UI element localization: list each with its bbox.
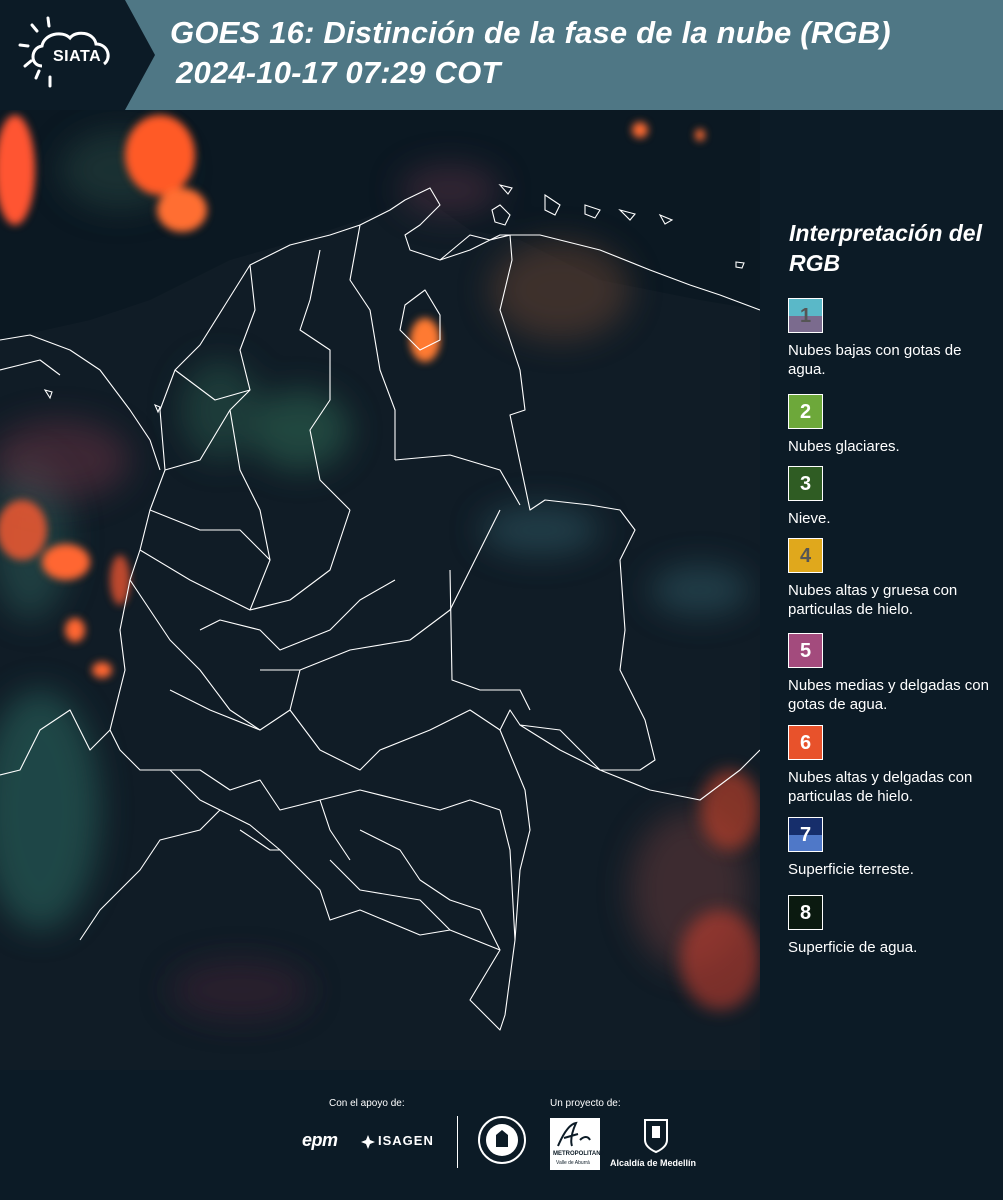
epm-logo: epm: [302, 1130, 357, 1152]
legend-swatch-2: 2: [788, 394, 823, 429]
legend-number-3: 3: [799, 473, 812, 495]
isagen-mark-icon: [361, 1135, 375, 1149]
legend-title: Interpretación del RGB: [789, 220, 982, 276]
legend-label-3: Nieve.: [788, 510, 831, 527]
legend-item-6: 6 Nubes altas y delgadas con particulas …: [788, 725, 1000, 806]
header-bar: SIATA GOES 16: Distinción de la fase de …: [0, 0, 1003, 110]
support-caption: Con el apoyo de:: [329, 1098, 405, 1109]
legend-number-1: 1: [799, 305, 812, 327]
legend-swatch-8: 8: [788, 895, 823, 930]
legend-item-4: 4 Nubes altas y gruesa con particulas de…: [788, 538, 1000, 619]
legend-label-6: Nubes altas y delgadas con particulas de…: [788, 769, 973, 805]
metropolitana-sub-text: Valle de Aburrá: [556, 1160, 590, 1166]
medellin-shield-icon: [644, 1119, 668, 1154]
legend-label-7: Superficie terreste.: [788, 861, 914, 878]
legend-item-5: 5 Nubes medias y delgadas con gotas de a…: [788, 633, 1000, 714]
satellite-map[interactable]: [0, 110, 760, 1070]
legend-label-1: Nubes bajas con gotas de agua.: [788, 342, 962, 378]
footer-divider: [457, 1116, 458, 1168]
legend-swatch-6: 6: [788, 725, 823, 760]
alcaldia-text: Alcaldía de Medellín: [610, 1158, 697, 1168]
legend-item-7: 7 Superficie terreste.: [788, 817, 1000, 879]
map-canvas: [0, 110, 760, 1070]
legend-swatch-1: 1: [788, 298, 823, 333]
legend-label-5: Nubes medias y delgadas con gotas de agu…: [788, 677, 989, 713]
university-seal-logo: [477, 1115, 527, 1165]
legend-number-2: 2: [799, 401, 812, 423]
siata-logo: SIATA: [0, 0, 155, 110]
legend-number-8: 8: [799, 902, 812, 924]
legend-swatch-4: 4: [788, 538, 823, 573]
footer: Con el apoyo de: Un proyecto de: epm ISA…: [0, 1070, 1003, 1200]
legend-label-2: Nubes glaciares.: [788, 438, 900, 455]
legend-swatch-5: 5: [788, 633, 823, 668]
isagen-logo: ISAGEN: [360, 1130, 440, 1152]
siata-logo-text: SIATA: [53, 48, 102, 65]
legend-number-4: 4: [799, 545, 812, 567]
legend-swatch-3: 3: [788, 466, 823, 501]
legend-swatch-7: 7: [788, 817, 823, 852]
legend-panel: Interpretación del RGB 1 Nubes bajas con…: [760, 110, 1003, 1070]
page-title: GOES 16: Distinción de la fase de la nub…: [170, 15, 891, 50]
metropolitana-text: METROPOLITANA: [553, 1151, 605, 1157]
isagen-logo-text: ISAGEN: [378, 1133, 434, 1148]
legend-label-4: Nubes altas y gruesa con particulas de h…: [788, 582, 958, 618]
legend-item-1: 1 Nubes bajas con gotas de agua.: [788, 298, 1000, 379]
page-subtitle-datetime: 2024-10-17 07:29 COT: [176, 55, 501, 90]
legend-number-6: 6: [799, 732, 812, 754]
area-metropolitana-logo: METROPOLITANA Valle de Aburrá: [550, 1118, 605, 1170]
legend-item-3: 3 Nieve.: [788, 466, 1000, 528]
epm-logo-text: epm: [302, 1130, 338, 1150]
area-script-icon: [557, 1121, 591, 1147]
legend-item-8: 8 Superficie de agua.: [788, 895, 1000, 957]
legend-number-7: 7: [799, 824, 812, 846]
legend-label-8: Superficie de agua.: [788, 939, 918, 956]
legend-item-2: 2 Nubes glaciares.: [788, 394, 1000, 456]
project-caption: Un proyecto de:: [550, 1098, 621, 1109]
legend-number-5: 5: [799, 640, 812, 662]
alcaldia-medellin-logo: Alcaldía de Medellín: [610, 1118, 702, 1170]
